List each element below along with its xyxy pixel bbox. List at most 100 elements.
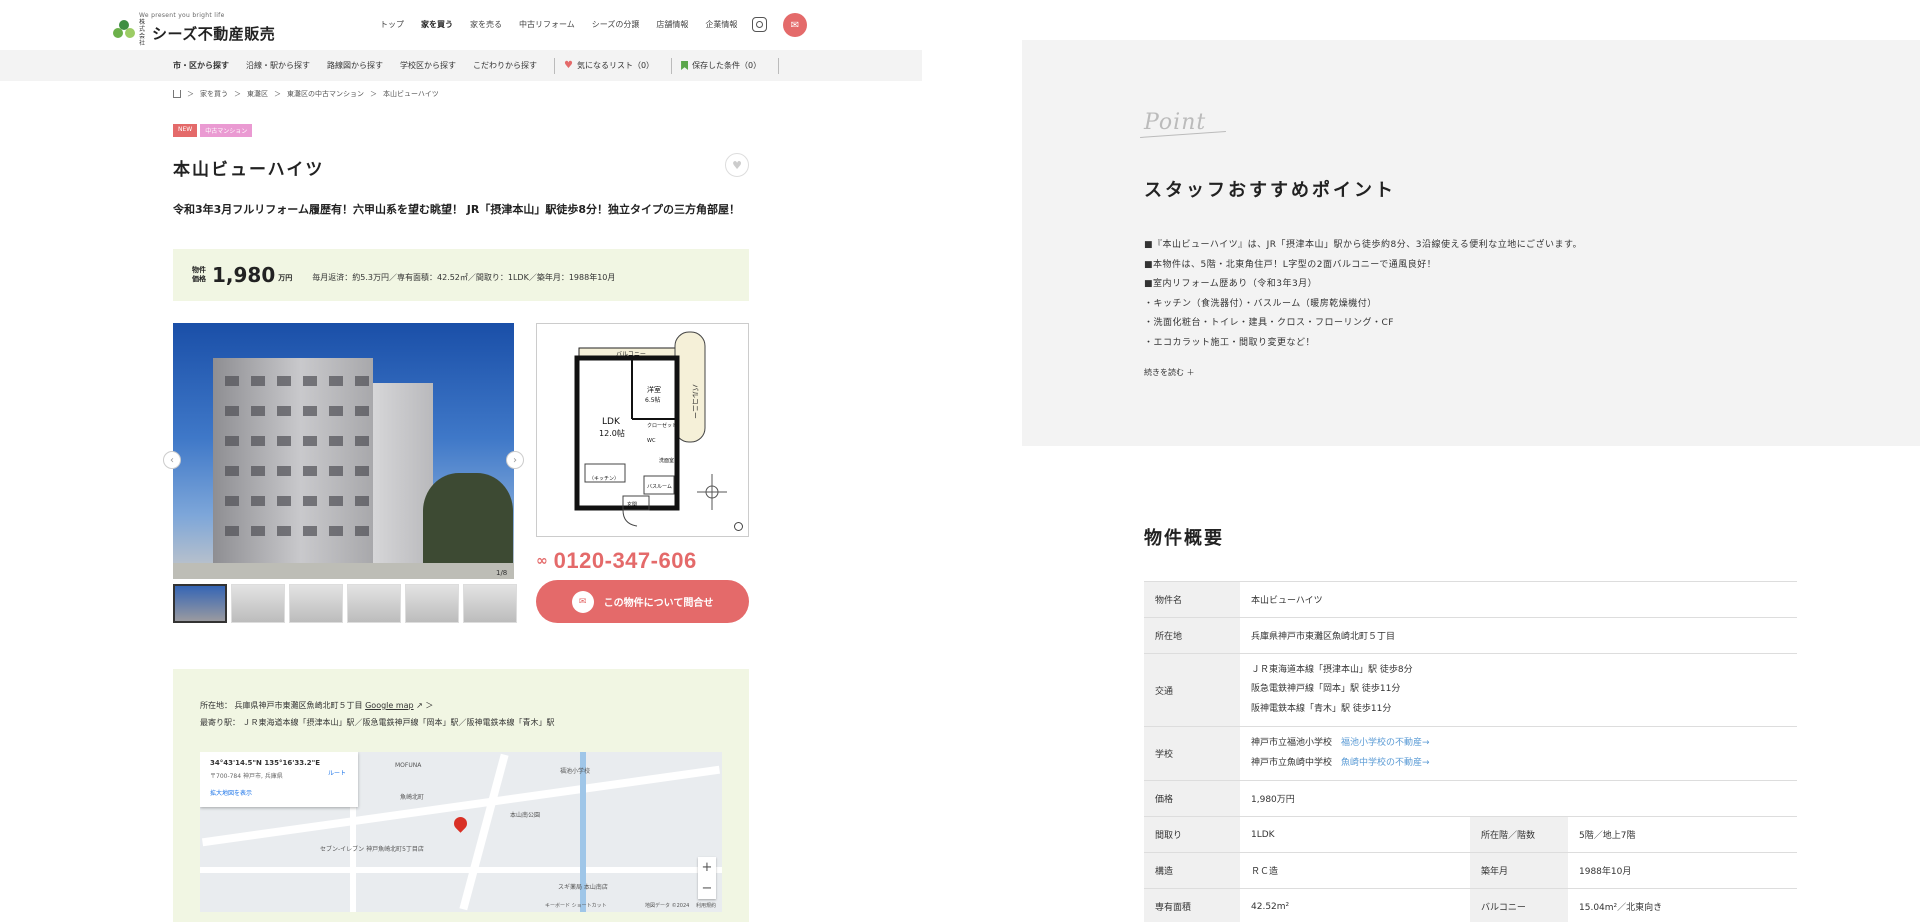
- spec-value: 15.04m²／北東向き: [1568, 888, 1797, 922]
- point-line: ■『本山ビューハイツ』は、JR「摂津本山」駅から徒歩約8分、3沿線使える便利な立…: [1144, 240, 1583, 250]
- map-zoom-control[interactable]: + −: [698, 857, 716, 899]
- school-link[interactable]: 魚崎中学校の不動産→: [1341, 758, 1430, 768]
- favorite-heart-button[interactable]: ♥: [725, 153, 749, 177]
- google-map[interactable]: 34°43'14.5"N 135°16'33.2"E 〒700-784 神戸市,…: [200, 752, 722, 912]
- read-more-link[interactable]: 続きを読む ＋: [1144, 367, 1195, 378]
- logo-mark-icon: [113, 19, 135, 41]
- subnav-route-map[interactable]: 路線図から探す: [327, 60, 383, 71]
- spec-label: バルコニー: [1470, 888, 1568, 922]
- logo-tagline: We present you bright life: [139, 12, 225, 19]
- spec-label: 物件名: [1144, 581, 1240, 618]
- type-badge: 中古マンション: [200, 124, 253, 137]
- instagram-icon[interactable]: [752, 17, 767, 32]
- nav-sell[interactable]: 家を売る: [470, 19, 502, 30]
- next-photo-button[interactable]: ›: [506, 451, 524, 469]
- tel-number: 0120-347-606: [553, 548, 697, 573]
- fp-wc: WC: [647, 438, 656, 444]
- google-map-link[interactable]: Google map: [365, 701, 414, 710]
- fp-kitchen: （キッチン）: [589, 476, 619, 482]
- mail-icon[interactable]: ✉: [783, 13, 807, 37]
- spec-value: 1LDK: [1240, 816, 1470, 853]
- map-label: MOFUNA: [395, 762, 422, 769]
- thumbnail[interactable]: [289, 584, 343, 623]
- map-route-link[interactable]: ルート: [328, 768, 346, 777]
- table-row: 学校 神戸市立福池小学校 福池小学校の不動産→ 神戸市立魚崎中学校 魚崎中学校の…: [1144, 726, 1797, 781]
- map-label: 福池小学校: [560, 768, 591, 775]
- address-label: 所在地：: [200, 701, 232, 710]
- spec-label: 価格: [1144, 780, 1240, 817]
- property-catchcopy: 令和3年3月フルリフォーム履歴有！六甲山系を望む眺望！ JR「摂津本山」駅徒歩8…: [173, 203, 741, 216]
- inquiry-button[interactable]: ✉ この物件について問合せ: [536, 580, 749, 623]
- subnav-line[interactable]: 沿線・駅から探す: [246, 60, 310, 71]
- nav-stores[interactable]: 店舗情報: [656, 19, 688, 30]
- map-label: キーボード ショートカット: [545, 903, 607, 909]
- building-image: [213, 358, 373, 568]
- point-list: ■『本山ビューハイツ』は、JR「摂津本山」駅から徒歩約8分、3沿線使える便利な立…: [1144, 236, 1582, 353]
- new-badge: NEW: [173, 124, 198, 137]
- fp-ldk: LDK: [602, 417, 621, 427]
- search-subnav: 市・区から探す 沿線・駅から探す 路線図から探す 学校区から探す こだわりから探…: [0, 50, 922, 81]
- nav-seeds-estate[interactable]: シーズの分譲: [592, 19, 640, 30]
- thumbnail[interactable]: [231, 584, 285, 623]
- freedial-icon: ∞: [536, 553, 548, 569]
- logo-name: シーズ不動産販売: [152, 24, 276, 43]
- spec-title: 物件概要: [1144, 528, 1224, 549]
- main-nav: トップ 家を買う 家を売る 中古リフォーム シーズの分譲 店舗情報 企業情報: [380, 19, 737, 30]
- spec-value: 42.52m²: [1240, 888, 1470, 922]
- map-label: 本山南公園: [510, 812, 541, 819]
- price-unit: 万円: [278, 274, 293, 282]
- spec-value: 5階／地上7階: [1568, 816, 1797, 853]
- map-label: 地図データ ©2024: [645, 903, 690, 909]
- map-pin-icon[interactable]: [451, 814, 470, 833]
- breadcrumb-ward[interactable]: 東灘区: [247, 89, 268, 99]
- site-logo[interactable]: We present you bright life 株式会社 シーズ不動産販売: [113, 12, 275, 47]
- phone-number[interactable]: ∞ 0120-347-606: [536, 548, 697, 574]
- price-details: 毎月返済：約5.3万円／専有面積：42.52㎡／間取り：1LDK／築年月：198…: [312, 272, 616, 282]
- thumbnail[interactable]: [463, 584, 517, 623]
- map-enlarge-link[interactable]: 拡大地図を表示: [210, 788, 348, 797]
- point-title: スタッフおすすめポイント: [1144, 180, 1396, 201]
- favorites-link[interactable]: ♥ 気になるリスト（0）: [564, 60, 654, 71]
- spec-label: 専有面積: [1144, 888, 1240, 922]
- site-header: We present you bright life 株式会社 シーズ不動産販売…: [0, 0, 922, 50]
- nav-reform[interactable]: 中古リフォーム: [519, 19, 575, 30]
- nav-top[interactable]: トップ: [380, 19, 404, 30]
- thumbnail[interactable]: [347, 584, 401, 623]
- spec-traffic-line: ＪＲ東海道本線「摂津本山」駅 徒歩8分: [1251, 664, 1413, 675]
- breadcrumb-category[interactable]: 東灘区の中古マンション: [287, 89, 364, 99]
- heart-icon: ♥: [564, 60, 573, 71]
- fp-bath: バスルーム: [647, 484, 672, 490]
- subnav-city[interactable]: 市・区から探す: [173, 60, 229, 71]
- school-link[interactable]: 福池小学校の不動産→: [1341, 738, 1430, 748]
- main-photo[interactable]: [173, 323, 514, 579]
- thumbnail[interactable]: [173, 584, 227, 623]
- zoom-out-button[interactable]: −: [698, 878, 716, 899]
- point-line: ・洗面化粧台・トイレ・建具・クロス・フローリング・CF: [1144, 318, 1394, 328]
- property-title: 本山ビューハイツ: [173, 160, 325, 180]
- favorites-label: 気になるリスト（0）: [576, 61, 655, 70]
- nav-buy[interactable]: 家を買う: [421, 19, 453, 30]
- thumbnail[interactable]: [405, 584, 459, 623]
- price-label: 物件価格: [192, 266, 206, 283]
- table-row: 所在地 兵庫県神戸市東灘区魚崎北町５丁目: [1144, 617, 1797, 654]
- point-line: ■本物件は、5階・北東角住戸！L字型の2面バルコニーで通風良好！: [1144, 259, 1437, 270]
- address-line: 所在地： 兵庫県神戸市東灘区魚崎北町５丁目 Google map ↗ ＞: [200, 700, 433, 711]
- saved-conditions-link[interactable]: 保存した条件（0）: [681, 60, 761, 71]
- breadcrumb-current: 本山ビューハイツ: [383, 90, 439, 98]
- nav-company[interactable]: 企業情報: [705, 19, 737, 30]
- spec-traffic-line: 阪神電鉄本線「青木」駅 徒歩11分: [1251, 703, 1392, 714]
- fp-room-size: 6.5帖: [645, 396, 661, 404]
- zoom-icon[interactable]: [734, 522, 743, 531]
- home-icon[interactable]: [173, 90, 181, 98]
- subnav-preference[interactable]: こだわりから探す: [473, 60, 537, 71]
- spec-value: 兵庫県神戸市東灘区魚崎北町５丁目: [1240, 617, 1797, 654]
- zoom-in-button[interactable]: +: [698, 857, 716, 878]
- spec-value: 1,980万円: [1240, 780, 1797, 817]
- property-badges: NEW 中古マンション: [173, 124, 253, 137]
- prev-photo-button[interactable]: ‹: [163, 451, 181, 469]
- subnav-school[interactable]: 学校区から探す: [400, 60, 456, 71]
- breadcrumb-buy[interactable]: 家を買う: [200, 89, 228, 99]
- floor-plan[interactable]: バルコニー バルコニー LDK 12.0帖 洋室 6.5帖 クローゼット WC …: [536, 323, 749, 537]
- price-summary: 物件価格 1,980 万円 毎月返済：約5.3万円／専有面積：42.52㎡／間取…: [173, 249, 749, 301]
- map-label: 利用規約: [696, 903, 717, 909]
